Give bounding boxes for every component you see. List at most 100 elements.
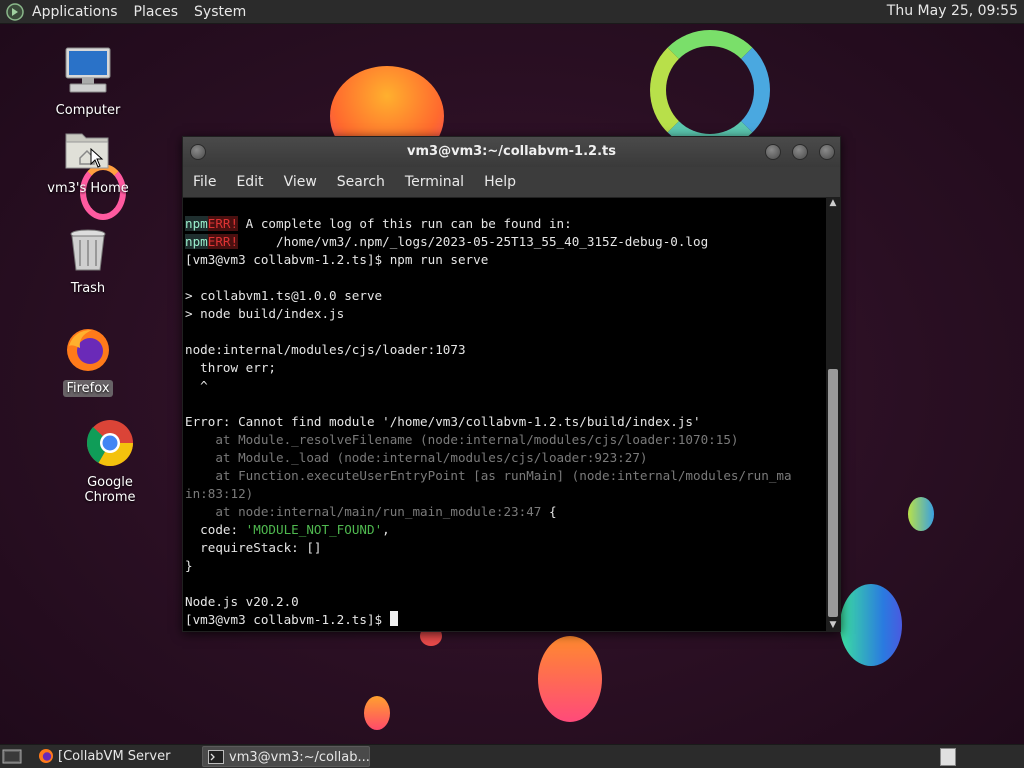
- terminal-line: code: 'MODULE_NOT_FOUND',: [185, 521, 825, 539]
- terminal-line-prefix: code:: [185, 522, 246, 537]
- show-desktop-icon[interactable]: [2, 748, 22, 766]
- desktop-icon-label: Google Chrome: [84, 475, 136, 505]
- taskbar-item-firefox[interactable]: [CollabVM Server 1....: [32, 746, 198, 767]
- minimize-button[interactable]: [765, 144, 781, 160]
- distro-logo-icon[interactable]: [6, 2, 24, 21]
- menu-search[interactable]: Search: [327, 174, 395, 190]
- window-title: vm3@vm3:~/collabvm-1.2.ts: [407, 144, 616, 159]
- terminal-line-text: > node build/index.js: [185, 306, 345, 321]
- terminal-line: [vm3@vm3 collabvm-1.2.ts]$: [185, 611, 825, 629]
- top-panel: Applications Places System Thu May 25, 0…: [0, 0, 1024, 24]
- system-menu[interactable]: System: [186, 4, 254, 20]
- window-titlebar[interactable]: vm3@vm3:~/collabvm-1.2.ts: [183, 137, 840, 167]
- menu-edit[interactable]: Edit: [226, 174, 273, 190]
- terminal-line-text: 'MODULE_NOT_FOUND': [245, 522, 383, 537]
- terminal-line-text: at Function.executeUserEntryPoint [as ru…: [185, 468, 792, 483]
- workspace-switcher[interactable]: [940, 748, 956, 766]
- terminal-line: [vm3@vm3 collabvm-1.2.ts]$ npm run serve: [185, 251, 825, 269]
- terminal-line: requireStack: []: [185, 539, 825, 557]
- close-button[interactable]: [819, 144, 835, 160]
- menu-help[interactable]: Help: [474, 174, 526, 190]
- desktop-icon-chrome[interactable]: Google Chrome: [62, 418, 158, 506]
- terminal-line: Error: Cannot find module '/home/vm3/col…: [185, 413, 825, 431]
- terminal-line: node:internal/modules/cjs/loader:1073: [185, 341, 825, 359]
- desktop-icon-home[interactable]: vm3's Home: [40, 126, 136, 197]
- computer-icon: [65, 47, 111, 93]
- menu-file[interactable]: File: [183, 174, 226, 190]
- firefox-icon: [39, 749, 53, 763]
- desktop-icon-trash[interactable]: Trash: [40, 228, 136, 297]
- places-menu[interactable]: Places: [126, 4, 187, 20]
- terminal-line-text: A complete log of this run can be found …: [238, 216, 572, 231]
- applications-menu[interactable]: Applications: [24, 4, 126, 20]
- scroll-up-arrow-icon[interactable]: ▲: [826, 197, 840, 209]
- terminal-line-text: in:83:12): [185, 486, 254, 501]
- npm-tag: npm: [185, 234, 208, 249]
- terminal-line-text: > collabvm1.ts@1.0.0 serve: [185, 288, 383, 303]
- terminal-line: in:83:12): [185, 485, 825, 503]
- desktop-icon-firefox[interactable]: Firefox: [40, 326, 136, 397]
- terminal-line-text: Error: Cannot find module '/home/vm3/col…: [185, 414, 701, 429]
- terminal-line: at Function.executeUserEntryPoint [as ru…: [185, 467, 825, 485]
- menu-view[interactable]: View: [274, 174, 327, 190]
- scroll-down-arrow-icon[interactable]: ▼: [826, 619, 840, 631]
- home-folder-icon: [65, 133, 109, 169]
- wallpaper-tiny-blob: [364, 696, 390, 730]
- terminal-menubar: File Edit View Search Terminal Help: [183, 167, 840, 198]
- wallpaper-small-blob: [908, 497, 934, 531]
- terminal-line-text: requireStack: []: [185, 540, 322, 555]
- terminal-line: Node.js v20.2.0: [185, 593, 825, 611]
- terminal-line: > node build/index.js: [185, 305, 825, 323]
- error-tag: ERR!: [207, 216, 239, 231]
- terminal-line-suffix: {: [541, 504, 557, 519]
- terminal-line-text: ^: [185, 378, 208, 393]
- clock[interactable]: Thu May 25, 09:55: [887, 3, 1018, 19]
- desktop-icon-label: Trash: [70, 281, 106, 296]
- wallpaper-ring: [650, 30, 770, 150]
- taskbar-item-label: vm3@vm3:~/collab...: [229, 750, 370, 765]
- terminal-line-text: [vm3@vm3 collabvm-1.2.ts]$: [185, 612, 390, 627]
- error-tag: ERR!: [207, 234, 239, 249]
- mouse-cursor-icon: [90, 148, 104, 168]
- terminal-line-text: Node.js v20.2.0: [185, 594, 299, 609]
- terminal-line: at Module._resolveFilename (node:interna…: [185, 431, 825, 449]
- maximize-button[interactable]: [792, 144, 808, 160]
- npm-tag: npm: [185, 216, 208, 231]
- terminal-line-text: [vm3@vm3 collabvm-1.2.ts]$ npm run serve: [185, 252, 489, 267]
- terminal-line: at node:internal/main/run_main_module:23…: [185, 503, 825, 521]
- desktop-icon-computer[interactable]: Computer: [40, 44, 136, 119]
- terminal-line-text: /home/vm3/.npm/_logs/2023-05-25T13_55_40…: [238, 234, 709, 249]
- desktop-icon-label: Firefox: [63, 380, 113, 397]
- terminal-line: throw err;: [185, 359, 825, 377]
- taskbar-item-label: [CollabVM Server 1....: [58, 749, 171, 764]
- terminal-line-text: throw err;: [185, 360, 276, 375]
- desktop-icon-label: vm3's Home: [47, 181, 129, 196]
- window-menu-button[interactable]: [190, 144, 206, 160]
- bottom-panel: [CollabVM Server 1.... vm3@vm3:~/collab.…: [0, 744, 1024, 768]
- terminal-line-suffix: ,: [382, 522, 390, 537]
- terminal-line-text: at Module._resolveFilename (node:interna…: [185, 432, 739, 447]
- text-cursor: [389, 611, 398, 626]
- terminal-window[interactable]: vm3@vm3:~/collabvm-1.2.ts File Edit View…: [182, 136, 841, 632]
- desktop-icon-label: Computer: [55, 103, 121, 118]
- terminal-icon: [208, 750, 224, 764]
- wallpaper-blue-blob: [840, 584, 902, 666]
- firefox-icon: [67, 329, 109, 371]
- scrollbar-thumb[interactable]: [828, 369, 838, 617]
- terminal-line: > collabvm1.ts@1.0.0 serve: [185, 287, 825, 305]
- taskbar-item-terminal[interactable]: vm3@vm3:~/collab...: [202, 746, 370, 767]
- terminal-scrollbar[interactable]: ▲ ▼: [826, 197, 840, 631]
- menu-terminal[interactable]: Terminal: [395, 174, 474, 190]
- terminal-line: at Module._load (node:internal/modules/c…: [185, 449, 825, 467]
- terminal-line: npmERR! A complete log of this run can b…: [185, 215, 825, 233]
- terminal-line-text: node:internal/modules/cjs/loader:1073: [185, 342, 466, 357]
- chrome-icon: [86, 420, 133, 466]
- terminal-line-text: }: [185, 558, 193, 573]
- terminal-output[interactable]: npmERR! A complete log of this run can b…: [185, 215, 825, 631]
- terminal-line-text: at Module._load (node:internal/modules/c…: [185, 450, 648, 465]
- wallpaper-pink-blob: [538, 636, 602, 722]
